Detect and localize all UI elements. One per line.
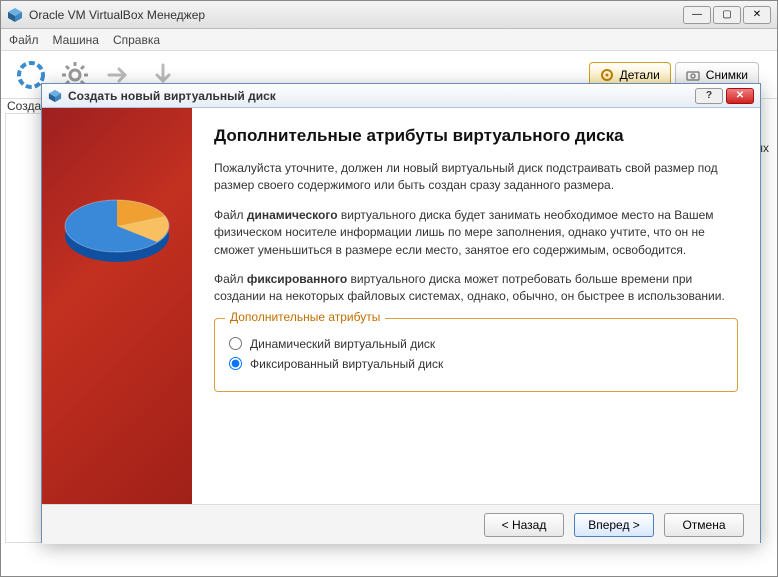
disk-pie-icon: [57, 166, 177, 286]
close-button[interactable]: ✕: [743, 6, 771, 24]
groupbox-legend: Дополнительные атрибуты: [225, 310, 385, 324]
dialog-titlebar: Создать новый виртуальный диск ? ✕: [42, 84, 760, 108]
app-cube-icon: [7, 7, 23, 23]
menu-file[interactable]: Файл: [9, 33, 39, 47]
back-button[interactable]: < Назад: [484, 513, 564, 537]
dialog-heading: Дополнительные атрибуты виртуального дис…: [214, 126, 738, 146]
dialog-cube-icon: [48, 89, 62, 103]
dialog-help-button[interactable]: ?: [695, 88, 723, 104]
main-window: Oracle VM VirtualBox Менеджер — ▢ ✕ Файл…: [0, 0, 778, 577]
maximize-button[interactable]: ▢: [713, 6, 741, 24]
cancel-button[interactable]: Отмена: [664, 513, 744, 537]
radio-dynamic[interactable]: Динамический виртуальный диск: [229, 337, 723, 351]
radio-dynamic-label: Динамический виртуальный диск: [250, 337, 435, 351]
menu-help[interactable]: Справка: [113, 33, 160, 47]
main-window-title: Oracle VM VirtualBox Менеджер: [29, 8, 683, 22]
window-controls: — ▢ ✕: [683, 6, 771, 24]
next-button[interactable]: Вперед >: [574, 513, 654, 537]
dialog-close-button[interactable]: ✕: [726, 88, 754, 104]
dialog-content: Дополнительные атрибуты виртуального дис…: [192, 108, 760, 504]
dialog-body: Дополнительные атрибуты виртуального дис…: [42, 108, 760, 504]
minimize-button[interactable]: —: [683, 6, 711, 24]
attributes-groupbox: Дополнительные атрибуты Динамический вир…: [214, 318, 738, 392]
dialog-side-image: [42, 108, 192, 504]
dialog-paragraph-1: Пожалуйста уточните, должен ли новый вир…: [214, 160, 738, 195]
menu-machine[interactable]: Машина: [53, 33, 99, 47]
details-icon: [600, 68, 614, 82]
radio-dynamic-input[interactable]: [229, 337, 242, 350]
dialog-paragraph-3: Файл фиксированного виртуального диска м…: [214, 271, 738, 306]
radio-fixed[interactable]: Фиксированный виртуальный диск: [229, 357, 723, 371]
dialog-footer: < Назад Вперед > Отмена: [42, 504, 760, 544]
dialog-paragraph-2: Файл динамического виртуального диска бу…: [214, 207, 738, 259]
main-titlebar: Oracle VM VirtualBox Менеджер — ▢ ✕: [1, 1, 777, 29]
camera-icon: [686, 68, 700, 82]
tab-details-label: Детали: [620, 68, 660, 82]
radio-fixed-input[interactable]: [229, 357, 242, 370]
radio-fixed-label: Фиксированный виртуальный диск: [250, 357, 443, 371]
toolbar-create-label: Созда: [7, 99, 41, 113]
dialog-title: Создать новый виртуальный диск: [68, 89, 692, 103]
create-disk-dialog: Создать новый виртуальный диск ? ✕ Допол…: [41, 83, 761, 543]
menubar: Файл Машина Справка: [1, 29, 777, 51]
tab-snapshots-label: Снимки: [706, 68, 748, 82]
